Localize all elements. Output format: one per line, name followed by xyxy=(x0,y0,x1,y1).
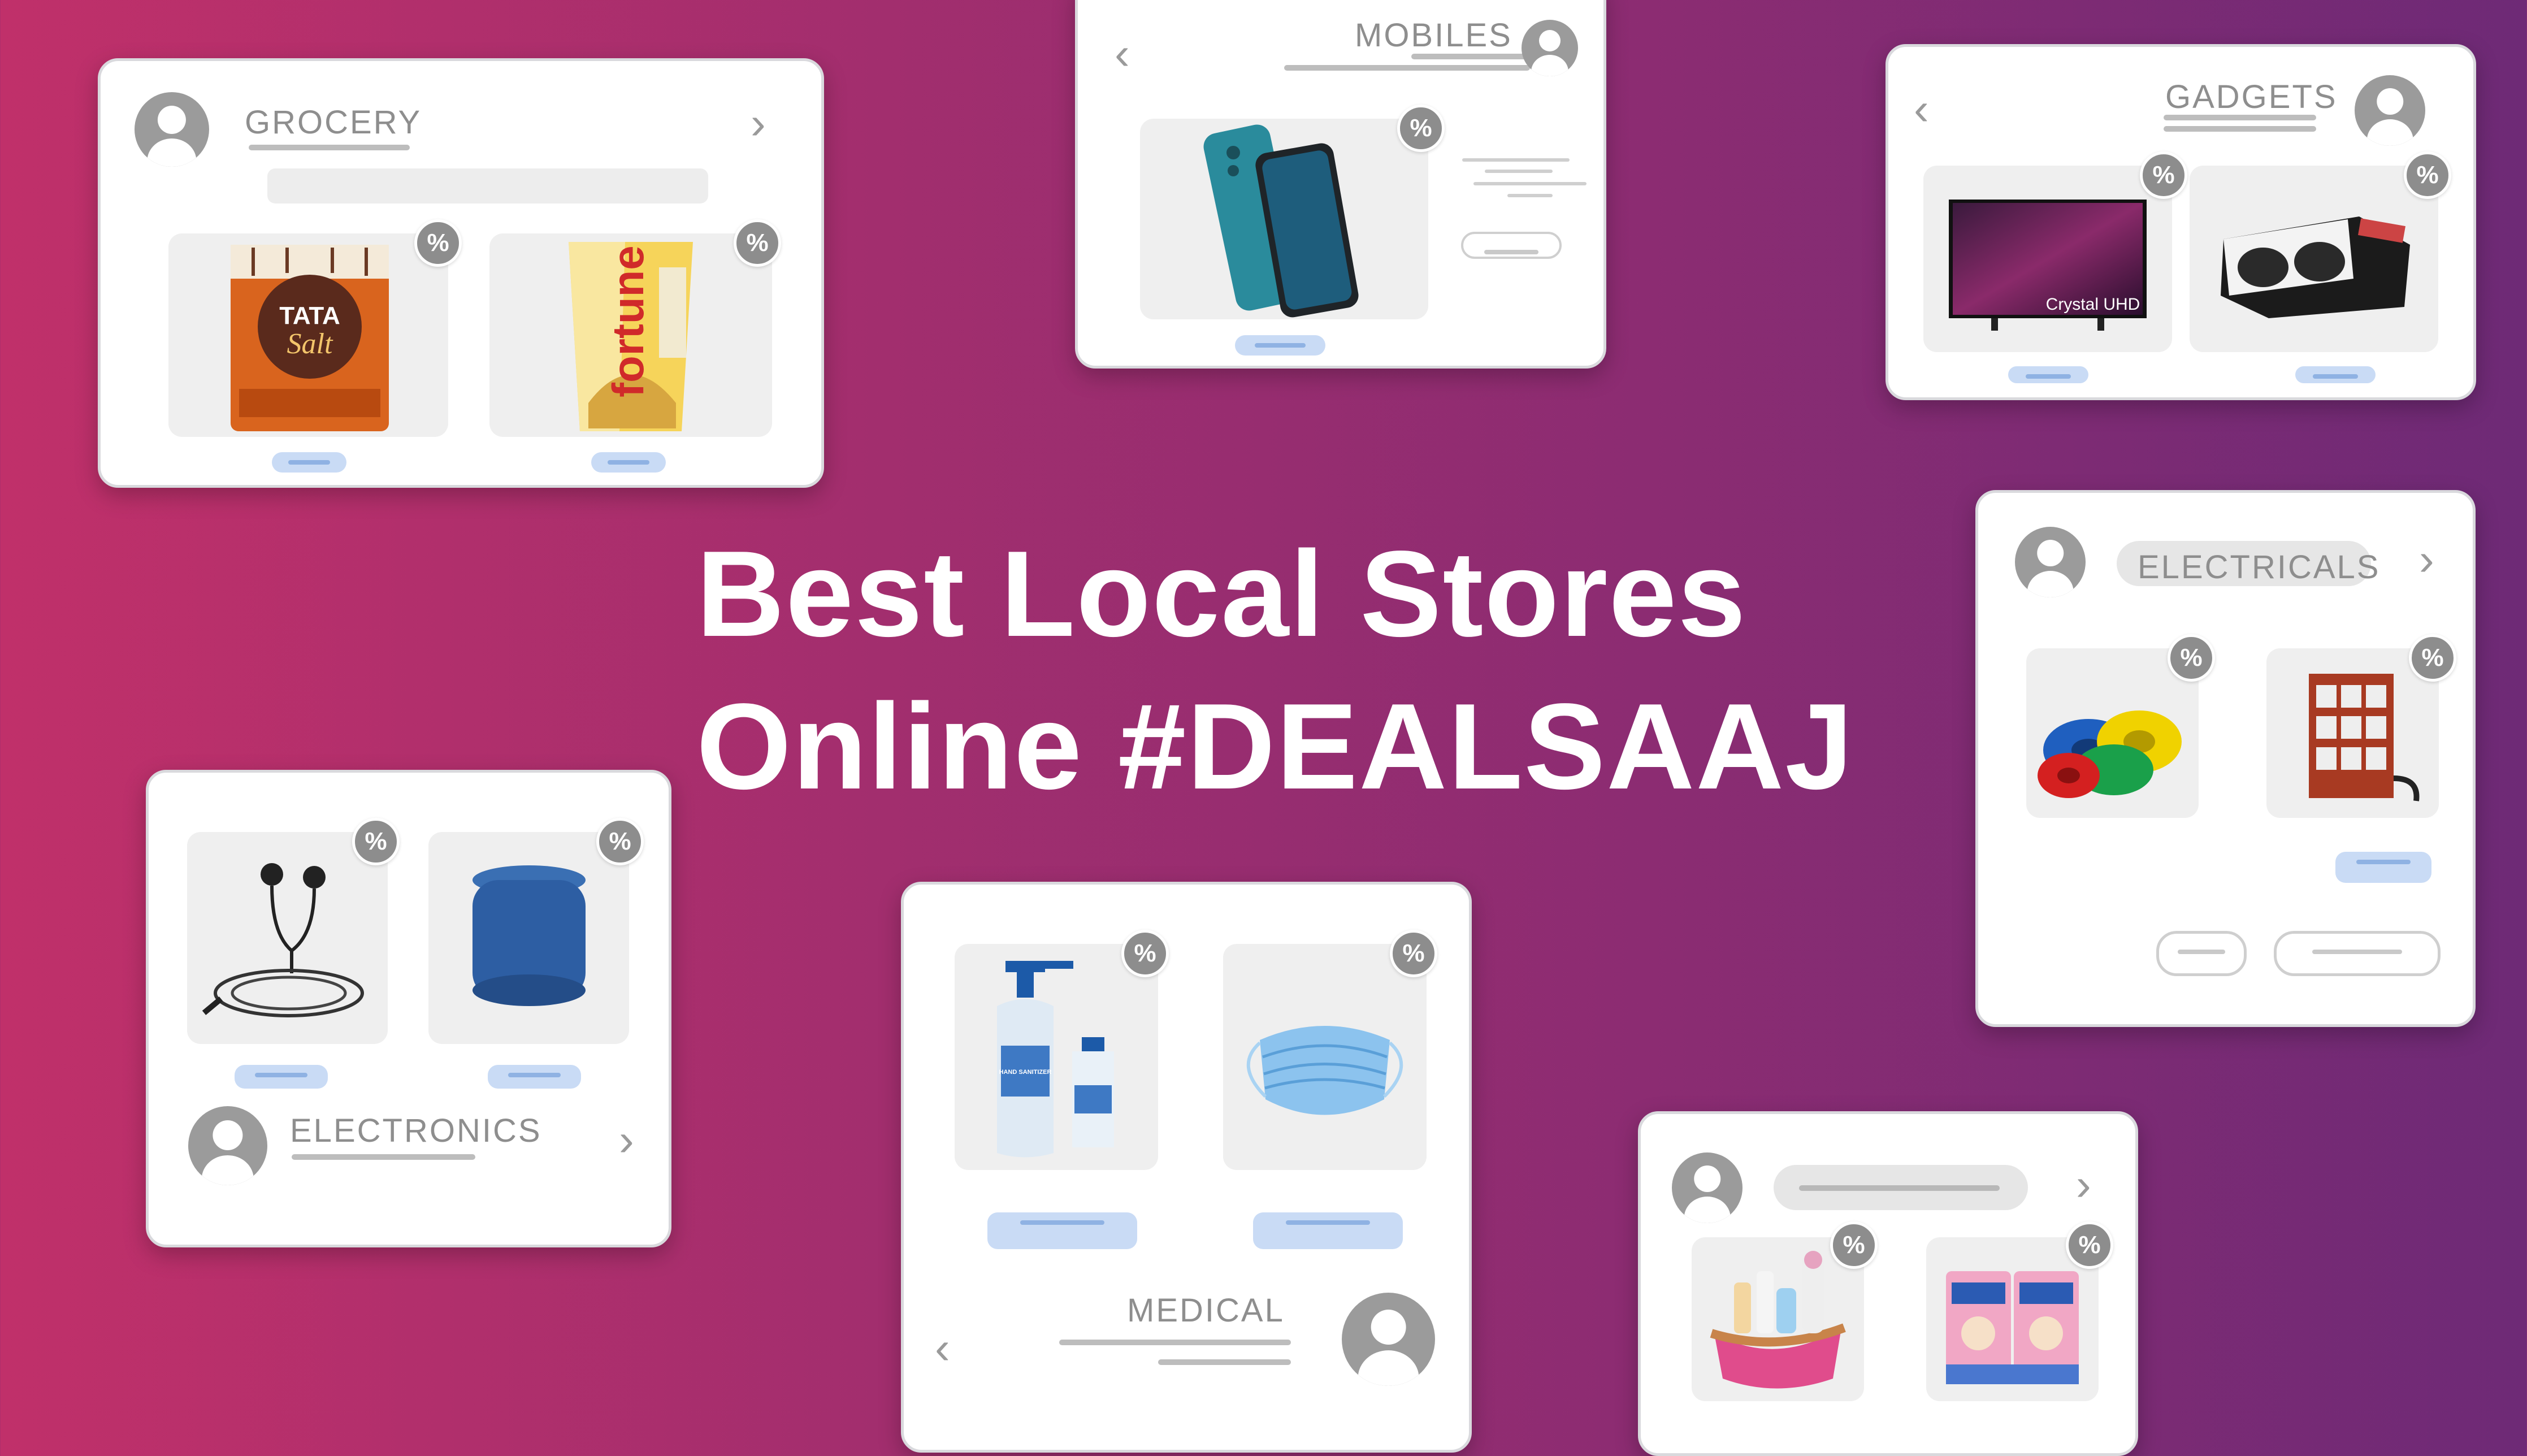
title-underline xyxy=(1158,1359,1291,1365)
speaker-image xyxy=(473,865,586,1006)
percent-badge-icon: % xyxy=(734,219,781,267)
electricals-card[interactable]: ELECTRICALS › % % xyxy=(1975,490,2476,1027)
add-button[interactable] xyxy=(987,1212,1137,1249)
percent-badge-icon: % xyxy=(2409,634,2456,682)
add-button[interactable] xyxy=(2008,366,2088,383)
percent-badge-icon: % xyxy=(352,818,400,865)
avatar-icon xyxy=(188,1106,267,1185)
baby-care-card[interactable]: › % % xyxy=(1638,1111,2138,1456)
add-button[interactable] xyxy=(272,452,346,473)
avatar-icon xyxy=(2355,75,2425,146)
title-placeholder-line xyxy=(1799,1185,2000,1191)
tv-image: Crystal UHD xyxy=(1949,200,2147,331)
view-button[interactable] xyxy=(2156,931,2247,976)
product-tile-switchboard[interactable] xyxy=(2266,648,2439,818)
product-tile-tv[interactable]: Crystal UHD xyxy=(1923,166,2172,352)
title-underline xyxy=(2164,126,2316,132)
sanitizer-label-text: HAND SANITIZER xyxy=(999,1069,1052,1076)
percent-badge-icon: % xyxy=(414,219,462,267)
tata-brand-text: TATA xyxy=(279,302,340,330)
chevron-right-icon[interactable]: › xyxy=(751,101,766,146)
percent-badge-icon: % xyxy=(2140,151,2187,199)
product-tile-earphones[interactable] xyxy=(187,832,388,1044)
electronics-card[interactable]: % % ELECTRONICS › xyxy=(146,770,671,1247)
title-underline xyxy=(1284,65,1530,71)
chevron-left-icon[interactable]: ‹ xyxy=(1115,31,1130,76)
view-button[interactable] xyxy=(1461,232,1562,259)
product-tile-wires[interactable] xyxy=(2026,648,2199,818)
add-button[interactable] xyxy=(591,452,666,473)
mobiles-title: MOBILES xyxy=(1355,17,1512,54)
product-tile-fortune-oil[interactable]: fortune xyxy=(489,233,772,437)
chevron-left-icon[interactable]: ‹ xyxy=(1914,86,1929,132)
chevron-right-icon[interactable]: › xyxy=(2076,1162,2091,1207)
face-mask-image xyxy=(1246,1026,1403,1115)
vr-box-image xyxy=(2221,216,2410,318)
chevron-right-icon[interactable]: › xyxy=(2419,537,2434,582)
product-tile-phone[interactable] xyxy=(1140,119,1428,319)
headline: Best Local Stores Online #DEALSAAJ xyxy=(696,517,1854,822)
product-tile-hand-sanitizer[interactable]: HAND SANITIZER xyxy=(955,944,1158,1170)
fortune-brand-text: fortune xyxy=(603,245,653,397)
chevron-left-icon[interactable]: ‹ xyxy=(935,1325,950,1371)
title-underline xyxy=(1059,1340,1291,1345)
fortune-oil-image: fortune xyxy=(569,242,693,431)
percent-badge-icon: % xyxy=(1390,930,1437,977)
tv-label-text: Crystal UHD xyxy=(2046,295,2140,314)
percent-badge-icon: % xyxy=(1397,105,1445,152)
gadgets-card[interactable]: ‹ GADGETS Crystal UHD % % xyxy=(1886,44,2476,400)
earphones-image xyxy=(202,863,364,1017)
electronics-title: ELECTRONICS xyxy=(290,1112,542,1149)
title-underline xyxy=(2164,115,2316,120)
product-tile-speaker[interactable] xyxy=(428,832,629,1044)
add-button[interactable] xyxy=(2335,852,2431,883)
avatar-icon xyxy=(2015,527,2086,597)
add-button[interactable] xyxy=(1253,1212,1403,1249)
mobiles-card[interactable]: ‹ MOBILES % xyxy=(1075,0,1606,369)
percent-badge-icon: % xyxy=(1121,930,1169,977)
hand-sanitizer-image: HAND SANITIZER xyxy=(997,961,1114,1158)
title-underline xyxy=(292,1154,475,1160)
tata-salt-image: TATA Salt xyxy=(231,245,389,431)
salt-name-text: Salt xyxy=(287,328,333,360)
avatar-icon xyxy=(1522,20,1578,76)
avatar-icon xyxy=(135,92,209,167)
grocery-title: GROCERY xyxy=(245,104,422,141)
medical-title: MEDICAL xyxy=(1127,1292,1285,1329)
percent-badge-icon: % xyxy=(1830,1221,1878,1269)
title-underline xyxy=(1411,54,1530,59)
percent-badge-icon: % xyxy=(2404,151,2451,199)
add-button[interactable] xyxy=(2295,366,2376,383)
electricals-title: ELECTRICALS xyxy=(2138,549,2381,586)
add-button[interactable] xyxy=(1235,335,1325,356)
headline-line-1: Best Local Stores xyxy=(696,525,1747,662)
title-underline xyxy=(249,145,410,150)
percent-badge-icon: % xyxy=(2066,1221,2113,1269)
details-button[interactable] xyxy=(2274,931,2441,976)
product-tile-tata-salt[interactable]: TATA Salt xyxy=(168,233,448,437)
add-button[interactable] xyxy=(235,1065,328,1089)
avatar-icon xyxy=(1672,1152,1743,1223)
headline-line-2: Online #DEALSAAJ xyxy=(696,678,1854,814)
gadgets-title: GADGETS xyxy=(2165,79,2338,115)
switchboard-image xyxy=(2309,674,2420,801)
search-bar-placeholder xyxy=(267,168,708,203)
add-button[interactable] xyxy=(488,1065,581,1089)
product-tile-face-mask[interactable] xyxy=(1223,944,1427,1170)
product-tile-vr-box[interactable] xyxy=(2190,166,2438,352)
medical-card[interactable]: HAND SANITIZER % % ‹ MEDICAL xyxy=(901,882,1472,1453)
percent-badge-icon: % xyxy=(596,818,644,865)
grocery-card[interactable]: GROCERY › TATA Salt % fortune % xyxy=(98,58,824,488)
avatar-icon xyxy=(1342,1293,1435,1386)
wire-coils-image xyxy=(2038,710,2182,798)
chevron-right-icon[interactable]: › xyxy=(619,1117,634,1163)
phone-image xyxy=(1203,124,1359,318)
percent-badge-icon: % xyxy=(2168,634,2215,682)
